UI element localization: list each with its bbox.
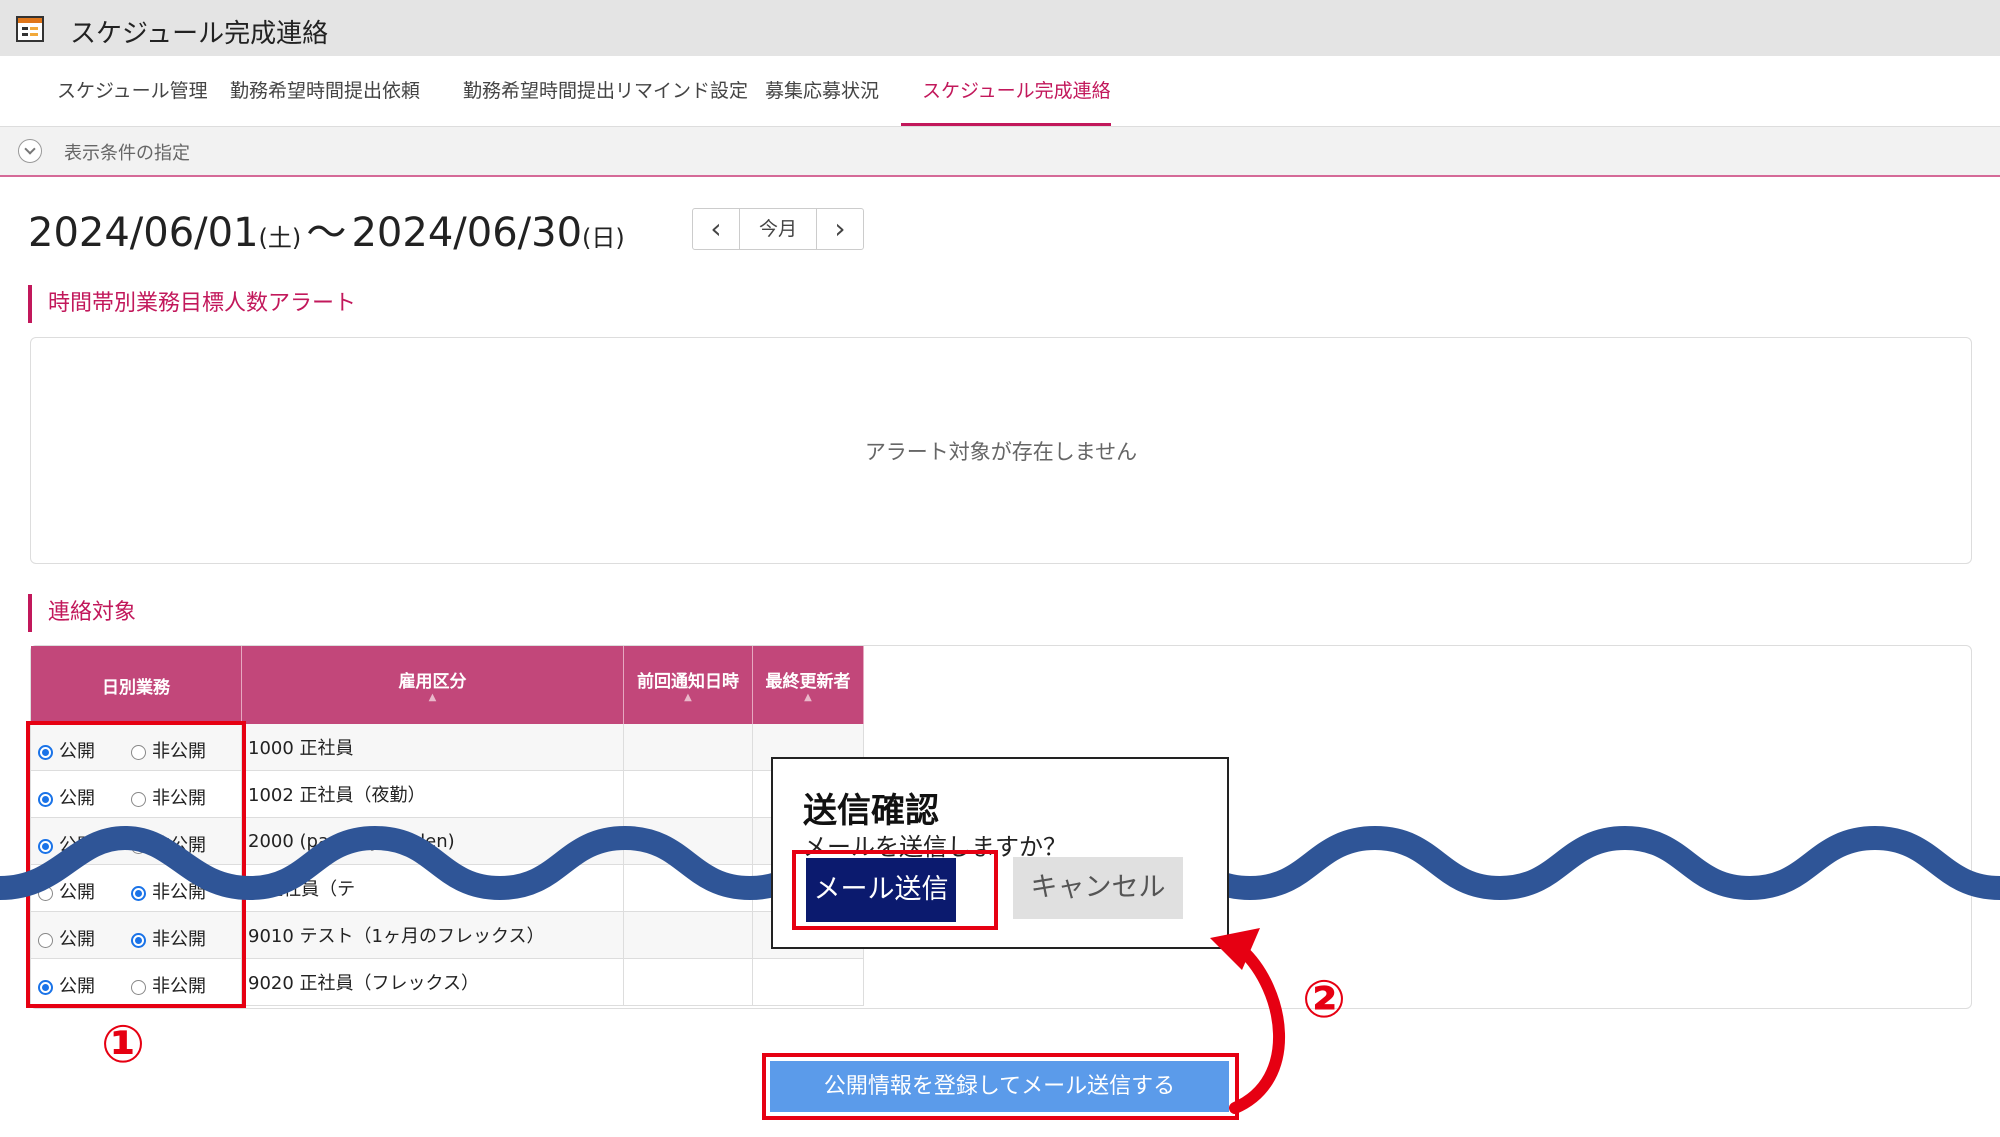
active-tab-indicator bbox=[901, 123, 1111, 126]
chevron-down-icon[interactable] bbox=[18, 139, 42, 163]
last-notified-cell bbox=[623, 724, 753, 771]
filter-bar[interactable]: 表示条件の指定 bbox=[0, 127, 2000, 177]
alert-panel: アラート対象が存在しません bbox=[30, 337, 1972, 564]
highlight-send-button bbox=[792, 850, 998, 930]
end-day: (日) bbox=[582, 224, 625, 252]
tab-recruitment-status[interactable]: 募集応募状況 bbox=[765, 56, 879, 126]
cancel-button[interactable]: キャンセル bbox=[1013, 857, 1183, 919]
date-range: 2024/06/01(土) ～ 2024/06/30(日) bbox=[28, 200, 625, 258]
filter-label[interactable]: 表示条件の指定 bbox=[64, 139, 190, 165]
current-month-button[interactable]: 今月 bbox=[739, 209, 817, 249]
header-last-updated-by[interactable]: 最終更新者 ▲ bbox=[752, 646, 864, 724]
start-date: 2024/06/01 bbox=[28, 210, 259, 256]
start-day: (土) bbox=[258, 224, 302, 252]
tab-schedule-completion[interactable]: スケジュール完成連絡 bbox=[922, 56, 1111, 126]
employment-cell: 9010 テスト（1ヶ月のフレックス） bbox=[241, 911, 624, 959]
header-last-notified[interactable]: 前回通知日時 ▲ bbox=[623, 646, 753, 724]
tab-work-request[interactable]: 勤務希望時間提出依頼 bbox=[230, 56, 420, 126]
header-employment[interactable]: 雇用区分 ▲ bbox=[241, 646, 624, 724]
step-2-label: ② bbox=[1302, 970, 1347, 1030]
end-date: 2024/06/30 bbox=[351, 210, 583, 256]
prev-month-button[interactable]: ‹ bbox=[693, 209, 740, 249]
last-notified-cell bbox=[623, 911, 753, 959]
next-month-button[interactable]: › bbox=[816, 209, 863, 249]
contacts-section-title: 連絡対象 bbox=[28, 594, 136, 632]
dialog-title: 送信確認 bbox=[803, 791, 939, 831]
header-daily[interactable]: 日別業務 bbox=[31, 646, 242, 724]
tab-reminder-settings[interactable]: 勤務希望時間提出リマインド設定 bbox=[463, 56, 748, 126]
schedule-app-icon bbox=[16, 16, 44, 42]
tab-schedule-management[interactable]: スケジュール管理 bbox=[57, 56, 208, 126]
title-bar: スケジュール完成連絡 bbox=[0, 0, 2000, 56]
range-separator: ～ bbox=[306, 210, 347, 256]
employment-cell: 1000 正社員 bbox=[241, 724, 624, 771]
step-1-label: ① bbox=[101, 1015, 146, 1075]
app-title: スケジュール完成連絡 bbox=[70, 19, 329, 49]
tab-bar: スケジュール管理 勤務希望時間提出依頼 勤務希望時間提出リマインド設定 募集応募… bbox=[0, 56, 2000, 127]
month-navigation: ‹ 今月 › bbox=[692, 208, 864, 250]
employment-cell: 9020 正社員（フレックス） bbox=[241, 958, 624, 1006]
highlight-submit-button bbox=[762, 1053, 1239, 1120]
alert-section-title: 時間帯別業務目標人数アラート bbox=[28, 285, 356, 323]
alert-empty-message: アラート対象が存在しません bbox=[864, 440, 1138, 464]
last-updated-by-cell bbox=[752, 958, 864, 1006]
last-notified-cell bbox=[623, 958, 753, 1006]
